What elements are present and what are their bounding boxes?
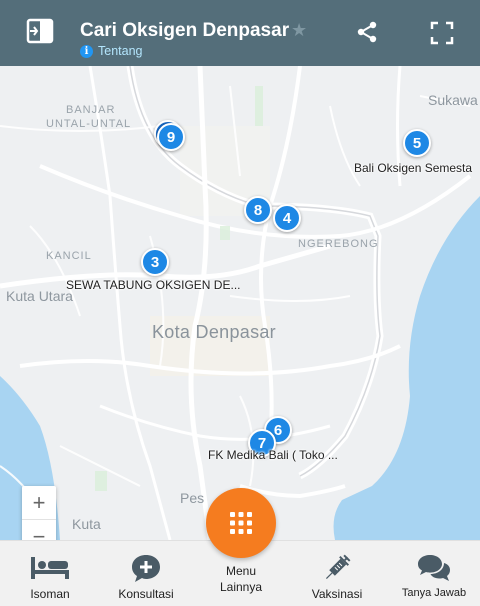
info-icon: i bbox=[80, 44, 93, 58]
nav-isoman[interactable]: Isoman bbox=[14, 541, 86, 606]
map-label-city: Kota Denpasar bbox=[152, 322, 276, 342]
nav-tanya-jawab-label: Tanya Jawab bbox=[401, 587, 467, 599]
nav-konsultasi[interactable]: Konsultasi bbox=[110, 541, 182, 606]
map-marker-4[interactable]: 4 bbox=[273, 204, 301, 232]
zoom-out-button[interactable]: − bbox=[22, 520, 56, 540]
map-marker-8[interactable]: 8 bbox=[244, 196, 272, 224]
nav-vaksinasi-label: Vaksinasi bbox=[311, 587, 363, 601]
grid-icon bbox=[230, 512, 252, 534]
side-panel-icon[interactable] bbox=[26, 18, 54, 44]
zoom-in-button[interactable]: + bbox=[22, 486, 56, 520]
map-marker-7-label: FK Medika Bali ( Toko ... bbox=[208, 448, 338, 462]
nav-konsultasi-label: Konsultasi bbox=[118, 587, 174, 601]
map-view[interactable]: BANJAR UNTAL-UNTAL Sukawa NGEREBONG KANC… bbox=[0, 66, 480, 540]
map-marker-5[interactable]: 5 bbox=[403, 129, 431, 157]
about-link-label: Tentang bbox=[98, 44, 143, 58]
map-label-sukawati: Sukawa bbox=[428, 92, 478, 108]
menu-button[interactable] bbox=[206, 488, 276, 558]
chat-bubbles-icon bbox=[418, 555, 450, 581]
zoom-control: + − bbox=[22, 486, 56, 540]
map-marker-3[interactable]: 3 bbox=[141, 248, 169, 276]
nav-tanya-jawab[interactable]: Tanya Jawab bbox=[392, 541, 476, 606]
page-title: Cari Oksigen Denpasar bbox=[80, 20, 290, 41]
chat-plus-icon bbox=[132, 555, 160, 582]
map-label-ngerebong: NGEREBONG bbox=[298, 238, 379, 250]
menu-button-label: Menu Lainnya bbox=[206, 563, 276, 595]
menu-label-line2: Lainnya bbox=[219, 580, 263, 594]
nav-vaksinasi[interactable]: Vaksinasi bbox=[298, 541, 376, 606]
map-label-untal: UNTAL-UNTAL bbox=[46, 118, 132, 130]
map-label-banjar: BANJAR bbox=[66, 104, 116, 116]
map-label-kuta: Kuta bbox=[72, 516, 101, 532]
menu-label-line1: Menu bbox=[225, 564, 257, 578]
map-label-kuta-utara: Kuta Utara bbox=[6, 288, 73, 304]
star-icon[interactable]: ★ bbox=[291, 20, 307, 41]
fullscreen-icon[interactable] bbox=[430, 21, 454, 45]
map-marker-9[interactable]: 9 bbox=[157, 123, 185, 151]
map-label-pesanggaran: Pes bbox=[180, 490, 205, 506]
app-header: Cari Oksigen Denpasar ★ i Tentang bbox=[0, 0, 480, 66]
about-link[interactable]: i Tentang bbox=[80, 44, 142, 58]
map-marker-3-label: SEWA TABUNG OKSIGEN DE... bbox=[66, 278, 241, 292]
map-marker-5-label: Bali Oksigen Semesta bbox=[354, 161, 473, 175]
bed-icon bbox=[31, 557, 69, 579]
map-label-kancil: KANCIL bbox=[46, 250, 92, 262]
syringe-icon bbox=[325, 554, 351, 580]
nav-isoman-label: Isoman bbox=[30, 587, 70, 601]
share-icon[interactable] bbox=[356, 21, 378, 43]
